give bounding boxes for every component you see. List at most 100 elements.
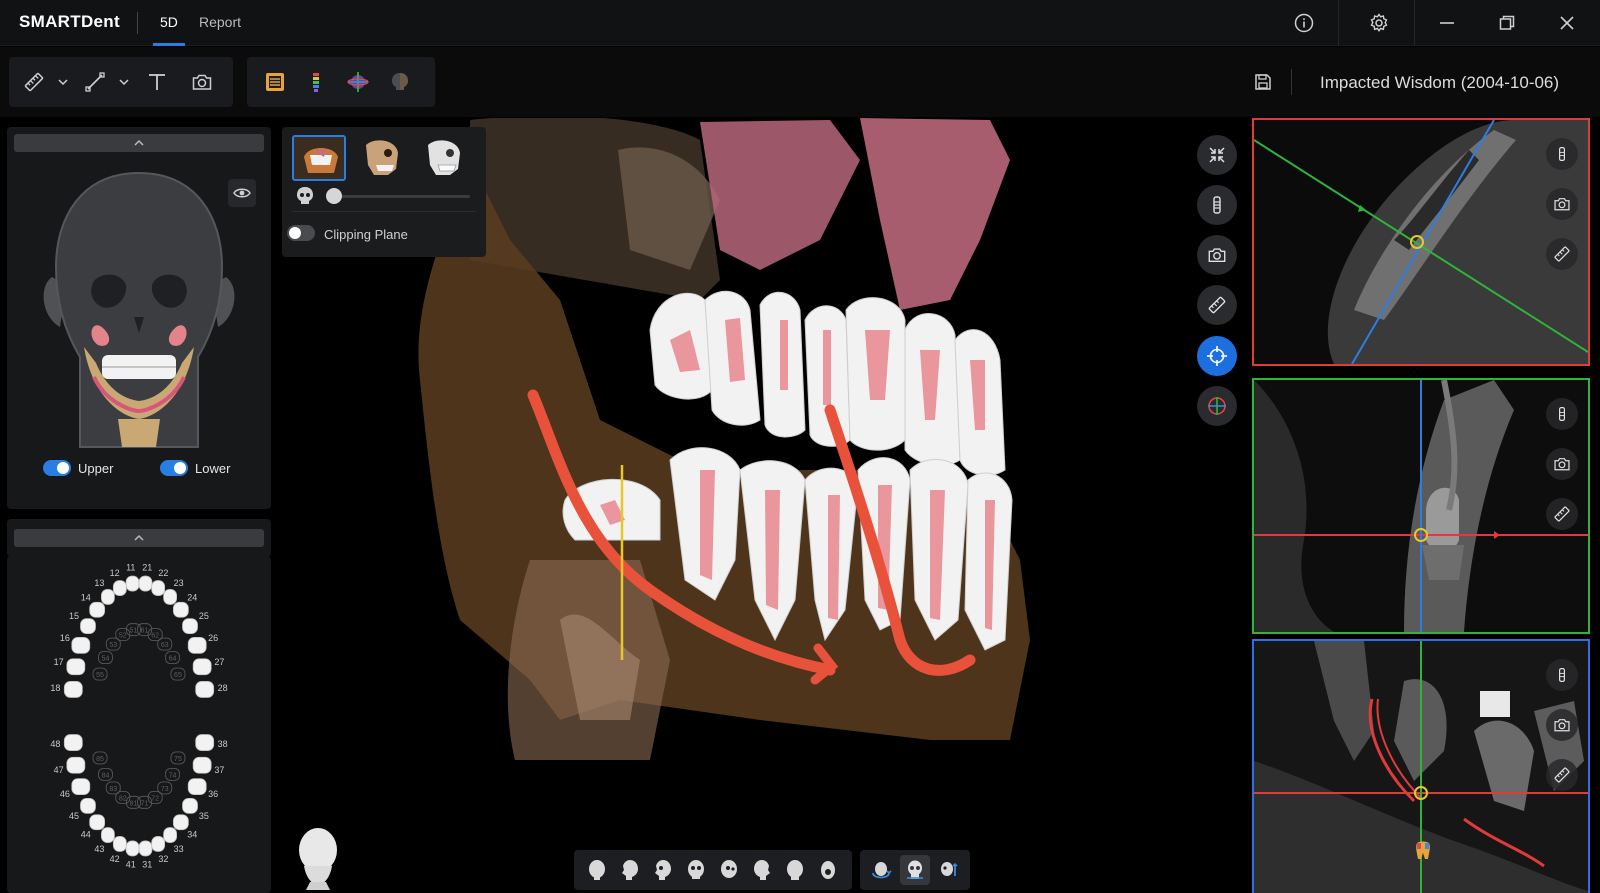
ct-sagittal-image[interactable] [1254,380,1588,632]
tooth-16[interactable] [71,636,91,654]
rotate-view-button[interactable] [866,855,896,885]
view-skull-oblique-button[interactable] [714,855,744,885]
tooth-38[interactable] [195,734,215,751]
opacity-slider-knob[interactable] [326,188,342,204]
info-button[interactable] [1289,8,1319,38]
view-front-button[interactable] [582,855,612,885]
axial-capture-button[interactable] [1546,188,1578,220]
skull-diagram[interactable] [32,167,246,457]
tooth-33[interactable] [163,827,178,843]
tooth-43[interactable] [100,827,115,843]
tab-5d[interactable]: 5D [153,14,185,46]
ruler-tool-button[interactable] [19,67,49,97]
tooth-31[interactable] [138,840,153,857]
implant-tool-button[interactable] [1197,185,1237,225]
ct-view-sagittal[interactable] [1252,378,1590,634]
tooth-42[interactable] [112,836,127,852]
head-orientation-icon[interactable] [292,826,344,890]
view-skull-front-button[interactable] [681,855,711,885]
tooth-17[interactable] [66,658,86,676]
nerve-button[interactable] [343,67,373,97]
tooth-41[interactable] [125,840,140,857]
close-button[interactable] [1552,8,1582,38]
line-measure-dropdown[interactable] [117,72,131,92]
text-tool-button[interactable] [142,67,172,97]
capture-button[interactable] [187,67,217,97]
tooth-12[interactable] [112,580,127,596]
ruler-dropdown[interactable] [56,72,70,92]
skull-panel-collapse[interactable] [14,134,264,152]
tooth-14[interactable] [89,601,106,618]
preset-thumb-jaw[interactable] [292,135,346,181]
clipping-plane-toggle[interactable] [287,225,315,241]
viewer-ruler-button[interactable] [1197,285,1237,325]
tooth-46[interactable] [71,778,91,796]
implant-button[interactable] [301,67,331,97]
tooth-chart-collapse[interactable] [14,529,264,547]
tooth-22[interactable] [151,580,166,596]
render-mode-toolbar [860,850,970,890]
axial-implant-button[interactable] [1546,138,1578,170]
tooth-23[interactable] [163,589,178,605]
ct-view-axial[interactable] [1252,118,1590,366]
tooth-color-icon[interactable] [1414,841,1432,861]
tooth-47[interactable] [66,756,86,774]
view-skull-left-button[interactable] [648,855,678,885]
crosshair-tool-button[interactable] [1197,336,1237,376]
lower-toggle[interactable] [160,460,188,476]
fit-view-button[interactable] [1197,135,1237,175]
skull-color-button[interactable] [385,67,415,97]
tooth-32[interactable] [151,836,166,852]
sagittal-capture-button[interactable] [1546,448,1578,480]
tooth-28[interactable] [195,681,215,698]
view-right-button[interactable] [747,855,777,885]
tooth-21[interactable] [138,575,153,592]
ct-axial-image[interactable] [1254,120,1588,364]
tooth-27[interactable] [192,658,212,676]
tab-report[interactable]: Report [199,14,241,30]
view-back-button[interactable] [780,855,810,885]
tooth-25[interactable] [182,618,198,635]
axial-ruler-button[interactable] [1546,238,1578,270]
orientation-toolbar [574,850,852,890]
save-button[interactable] [1248,67,1278,97]
tooth-44[interactable] [89,814,106,831]
sagittal-implant-button[interactable] [1546,398,1578,430]
viewer-capture-button[interactable] [1197,235,1237,275]
patient-title: Impacted Wisdom (2004-10-06) [1320,73,1560,92]
tooth-number-label: 35 [199,811,209,821]
sagittal-ruler-button[interactable] [1546,498,1578,530]
view-left-button[interactable] [615,855,645,885]
minimize-button[interactable] [1432,8,1462,38]
tooth-34[interactable] [172,814,189,831]
preset-thumb-skull-tissue[interactable] [354,135,408,181]
tooth-chart[interactable]: 11 12 131415 16 17 18 21 22 232425 26 27 28 31 32 3334… [7,556,271,893]
line-measure-button[interactable] [80,67,110,97]
tooth-26[interactable] [187,636,207,654]
tooth-number-label: 23 [174,578,184,588]
skull-split-button[interactable] [934,855,964,885]
tooth-11[interactable] [125,575,140,592]
axis-tool-button[interactable] [1197,386,1237,426]
tooth-45[interactable] [80,797,96,814]
tooth-48[interactable] [63,734,83,751]
tooth-35[interactable] [182,797,198,814]
tooth-24[interactable] [172,601,189,618]
tooth-13[interactable] [100,589,115,605]
tooth-37[interactable] [192,756,212,774]
view-top-button[interactable] [813,855,843,885]
panorama-button[interactable] [260,67,290,97]
tooth-18[interactable] [63,681,83,698]
restore-button[interactable] [1492,8,1522,38]
opacity-slider-track[interactable] [330,195,470,198]
skull-mode-button[interactable] [900,855,930,885]
coronal-ruler-button[interactable] [1546,759,1578,791]
preset-thumb-skull-bone[interactable] [416,135,470,181]
coronal-implant-button[interactable] [1546,659,1578,691]
tooth-36[interactable] [187,778,207,796]
ct-view-coronal[interactable] [1252,639,1590,893]
tooth-15[interactable] [80,618,96,635]
upper-toggle[interactable] [43,460,71,476]
coronal-capture-button[interactable] [1546,709,1578,741]
settings-button[interactable] [1364,8,1394,38]
